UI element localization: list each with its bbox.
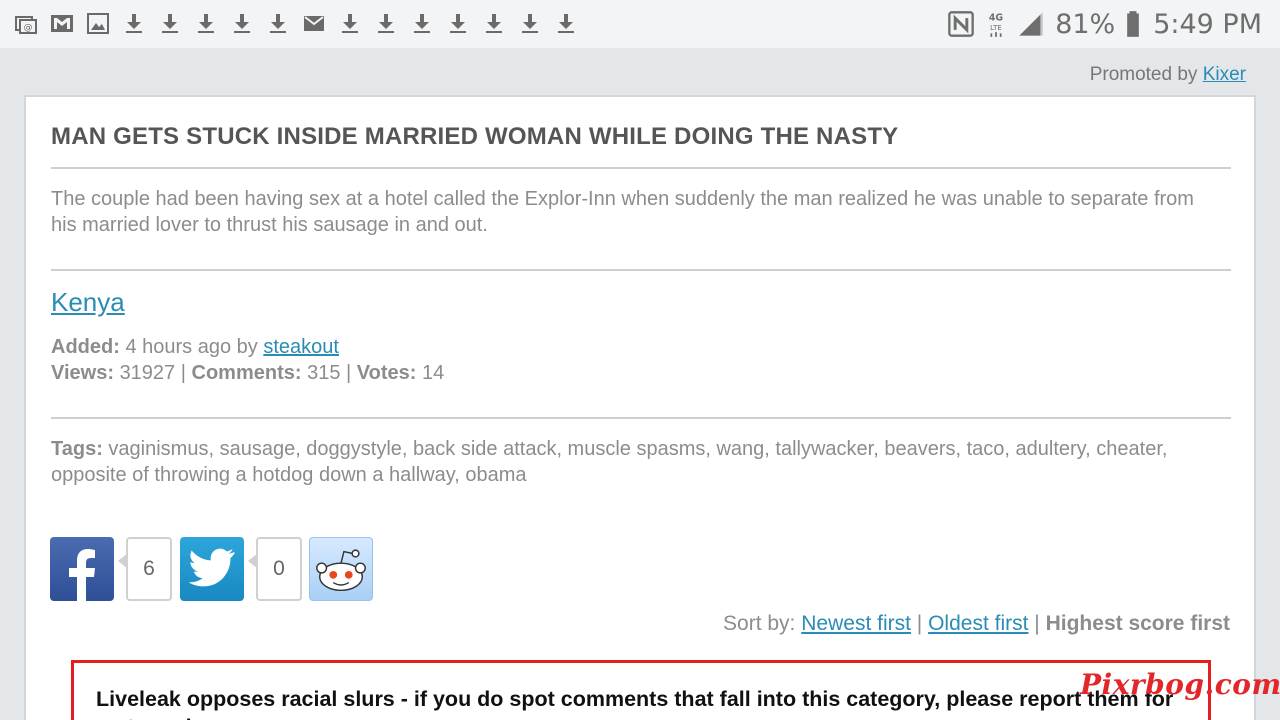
battery-percent: 81% xyxy=(1055,8,1116,40)
battery-icon xyxy=(1127,11,1140,37)
download-icon xyxy=(162,14,178,33)
article-card: MAN GETS STUCK INSIDE MARRIED WOMAN WHIL… xyxy=(24,95,1256,720)
clock: 5:49 PM xyxy=(1153,8,1262,40)
email-icon: @ xyxy=(15,16,37,34)
download-icon xyxy=(378,14,394,33)
svg-text:LTE: LTE xyxy=(990,24,1002,32)
download-icon xyxy=(414,14,430,33)
twitter-icon xyxy=(180,537,244,601)
reddit-icon xyxy=(309,537,373,601)
tags-label: Tags: xyxy=(51,438,103,460)
promoted-link[interactable]: Kixer xyxy=(1203,64,1246,85)
promoted-label: Promoted by xyxy=(1089,64,1198,85)
notice-box: Liveleak opposes racial slurs - if you d… xyxy=(71,660,1211,720)
sort-highest-active: Highest score first xyxy=(1045,612,1230,635)
facebook-share-button[interactable] xyxy=(50,537,114,601)
status-bar: @ 4G LTE 81% 5:49 PM xyxy=(0,0,1280,48)
download-icon xyxy=(198,14,214,33)
comments-count: 315 xyxy=(307,362,341,384)
gmail-icon xyxy=(51,15,73,32)
views-label: Views: xyxy=(51,362,114,384)
watermark: Pixrbog.com xyxy=(1080,668,1280,701)
lte-icon: 4GLTE xyxy=(989,13,1003,37)
twitter-share-count: 0 xyxy=(248,537,302,601)
notice-text: Liveleak opposes racial slurs - if you d… xyxy=(96,687,1174,720)
sort-oldest-link[interactable]: Oldest first xyxy=(928,612,1028,635)
divider xyxy=(51,417,1231,419)
added-value: 4 hours ago by xyxy=(125,336,258,358)
download-icon xyxy=(126,14,142,33)
svg-text:4G: 4G xyxy=(989,13,1003,24)
status-right: 4G LTE 81% 5:49 PM xyxy=(947,6,1262,42)
stats-line: Views: 31927 | Comments: 315 | Votes: 14 xyxy=(51,360,444,386)
nfc-icon xyxy=(948,11,975,37)
author-link[interactable]: steakout xyxy=(263,336,339,358)
divider xyxy=(51,167,1231,169)
promoted-by: Promoted by Kixer xyxy=(1090,64,1246,86)
download-icon xyxy=(270,14,286,33)
twitter-share-button[interactable] xyxy=(180,537,244,601)
image-icon xyxy=(87,13,109,34)
reddit-share-button[interactable] xyxy=(309,537,373,601)
download-icon xyxy=(450,14,466,33)
views-count: 31927 xyxy=(119,362,176,384)
separator: | xyxy=(346,362,352,384)
tags-list: vaginismus, sausage, doggystyle, back si… xyxy=(51,438,1168,486)
comments-label: Comments: xyxy=(191,362,302,384)
separator: | xyxy=(180,362,186,384)
sort-options: Sort by: Newest first | Oldest first | H… xyxy=(723,612,1230,636)
tags: Tags: vaginismus, sausage, doggystyle, b… xyxy=(51,436,1221,488)
download-icon xyxy=(522,14,538,33)
sort-newest-link[interactable]: Newest first xyxy=(801,612,911,635)
download-icon xyxy=(342,14,358,33)
sort-label: Sort by: xyxy=(723,612,796,635)
signal-icon xyxy=(1019,12,1043,36)
facebook-icon xyxy=(50,537,114,601)
download-icon xyxy=(486,14,502,33)
facebook-share-count: 6 xyxy=(118,537,172,601)
article-title: MAN GETS STUCK INSIDE MARRIED WOMAN WHIL… xyxy=(51,123,899,150)
download-icon xyxy=(234,14,250,33)
votes-label: Votes: xyxy=(356,362,417,384)
svg-text:@: @ xyxy=(24,23,33,33)
mail-icon xyxy=(304,16,324,31)
article-description: The couple had been having sex at a hote… xyxy=(51,188,1194,236)
location-link[interactable]: Kenya xyxy=(51,287,125,318)
notification-icons: @ xyxy=(14,10,578,36)
votes-count: 14 xyxy=(422,362,445,384)
download-icon xyxy=(558,14,574,33)
added-label: Added: xyxy=(51,336,120,358)
separator: | xyxy=(916,612,923,635)
separator: | xyxy=(1034,612,1040,635)
divider xyxy=(51,269,1231,271)
added-line: Added: 4 hours ago by steakout xyxy=(51,334,339,360)
